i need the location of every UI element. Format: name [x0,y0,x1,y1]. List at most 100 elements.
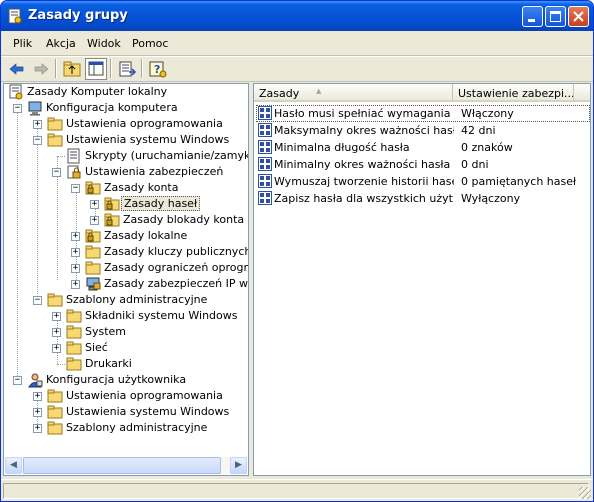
policy-value: 0 znaków [461,141,513,154]
toolbar-separator [55,59,57,78]
policy-value: 0 pamiętanych haseł [461,175,577,188]
collapse-toggle[interactable]: − [13,376,22,385]
menu-widok[interactable]: Widok [87,37,121,50]
up-one-level-button[interactable] [61,58,83,80]
tree-label: Ustawienia oprogramowania [66,117,223,130]
svg-text:?: ? [154,63,160,76]
policy-value: Wyłączony [461,192,521,205]
expand-toggle[interactable]: + [33,392,42,401]
policy-setting-icon [258,174,272,188]
tree-label: Zasady lokalne [104,229,188,242]
window-title: Zasady grupy [28,8,128,23]
tree-connector [57,316,58,364]
folder-icon [47,405,63,419]
tree-label: Zasady haseł [121,196,201,211]
show-hide-tree-icon [88,61,104,76]
resize-grip-icon[interactable] [579,487,591,499]
scroll-thumb[interactable] [23,457,221,474]
expand-toggle[interactable]: + [90,200,99,209]
expand-toggle[interactable]: + [33,120,42,129]
forward-arrow-icon [34,63,49,75]
user-icon [28,373,43,388]
menu-akcja[interactable]: Akcja [46,37,76,50]
menu-plik[interactable]: Plik [13,37,32,50]
list-item[interactable]: Minimalny okres ważności hasła 0 dni [256,156,590,173]
scroll-right-button[interactable]: ▶ [230,457,247,474]
tree-connector [57,156,65,157]
expand-toggle[interactable]: + [52,328,61,337]
details-pane[interactable]: Zasady ▲ Ustawienie zabezpi... Hasło mus… [253,83,591,476]
list-item[interactable]: Hasło musi spełniać wymagania co... Włąc… [256,105,590,122]
expand-toggle[interactable]: + [71,264,80,273]
tree-label: Skrypty (uruchamianie/zamykanie) [85,149,248,162]
list-item[interactable]: Maksymalny okres ważności hasła 42 dni [256,122,590,139]
close-button[interactable] [568,6,589,27]
expand-toggle[interactable]: + [52,344,61,353]
minimize-button[interactable] [522,6,543,27]
minimize-icon [528,19,535,22]
collapse-toggle[interactable]: − [52,168,61,177]
computer-icon [28,101,42,116]
toolbar-separator [110,59,112,78]
policy-name: Minimalny okres ważności hasła [274,158,451,171]
column-header-filler [574,84,590,102]
maximize-button[interactable] [545,6,566,27]
folder-icon [47,421,63,435]
collapse-toggle[interactable]: − [13,104,22,113]
tree-label: Zasady Komputer lokalny [27,85,168,98]
folder-lock-icon [104,213,120,227]
tree-label: Składniki systemu Windows [85,309,238,322]
expand-toggle[interactable]: + [33,424,42,433]
tree-label: Ustawienia oprogramowania [66,389,223,402]
toolbar: ? [1,56,593,82]
tree-pane[interactable]: Zasady Komputer lokalny − Konfiguracja k… [3,83,249,476]
scroll-left-button[interactable]: ◀ [5,457,22,474]
column-header-policy[interactable]: Zasady ▲ [254,84,453,102]
export-list-button[interactable] [116,58,138,80]
expand-toggle[interactable]: + [52,312,61,321]
group-policy-icon [8,8,22,24]
menu-pomoc[interactable]: Pomoc [132,37,168,50]
expand-toggle[interactable]: + [71,232,80,241]
help-button[interactable]: ? [147,58,169,80]
folder-icon [47,293,63,307]
policy-value: 42 dni [461,124,496,137]
expand-toggle[interactable]: + [33,408,42,417]
list-item[interactable]: Zapisz hasła dla wszystkich użytko... Wy… [256,190,590,207]
tree-label: System [85,325,127,338]
tree-label: Zasady ograniczeń oprogramowania [104,261,249,274]
folder-icon [85,261,101,275]
show-hide-tree-button[interactable] [85,58,107,80]
title-bar[interactable]: Zasady grupy [1,1,593,31]
forward-button[interactable] [30,58,52,80]
column-header-setting[interactable]: Ustawienie zabezpi... [453,84,574,102]
export-list-icon [119,61,137,77]
sort-ascending-icon: ▲ [316,87,322,95]
tree-connector [57,364,65,365]
policy-setting-icon [258,191,272,205]
folder-icon [66,309,82,323]
expand-toggle[interactable]: + [90,216,99,225]
up-folder-icon [63,61,81,77]
list-item[interactable]: Wymuszaj tworzenie historii haseł 0 pami… [256,173,590,190]
expand-toggle[interactable]: + [71,280,80,289]
folder-icon [66,325,82,339]
tree-label: Szablony administracyjne [66,421,208,434]
expand-toggle[interactable]: + [71,248,80,257]
status-bar [1,479,593,501]
tree-label: Sieć [85,341,108,354]
security-icon [67,165,81,179]
folder-lock-icon [85,229,101,243]
tree-label: Drukarki [85,357,132,370]
collapse-toggle[interactable]: − [33,136,42,145]
script-icon [67,148,80,164]
tree-horizontal-scrollbar[interactable]: ◀ ▶ [5,457,247,474]
collapse-toggle[interactable]: − [71,184,80,193]
folder-icon [66,341,82,355]
collapse-toggle[interactable]: − [33,296,42,305]
list-item[interactable]: Minimalna długość hasła 0 znaków [256,139,590,156]
back-button[interactable] [6,58,28,80]
tree-connector [37,124,38,294]
tree-label: Szablony administracyjne [66,293,208,306]
folder-icon [85,245,101,259]
